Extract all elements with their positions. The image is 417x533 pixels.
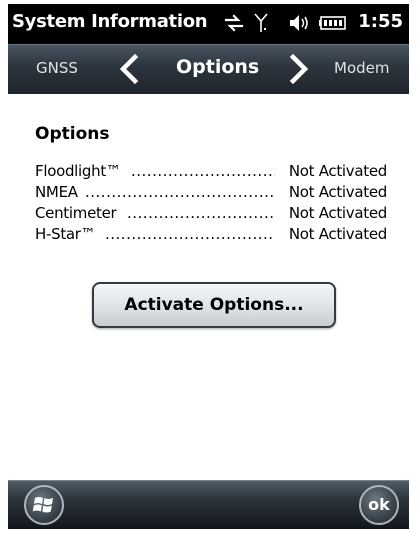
battery-icon[interactable] xyxy=(318,12,348,34)
option-name: Floodlight™ xyxy=(35,162,121,180)
bottom-bar: ok xyxy=(8,480,409,529)
clock-time[interactable]: 1:55 xyxy=(358,11,403,32)
option-name: H-Star™ xyxy=(35,225,96,243)
activate-options-button[interactable]: Activate Options... xyxy=(92,282,336,328)
device-screen: System Information 1:55 GNSS Options Mod… xyxy=(8,4,409,529)
windows-logo-icon xyxy=(32,497,53,513)
data-connection-icon[interactable] xyxy=(223,12,245,34)
leader-dots: ........................................… xyxy=(127,204,275,222)
option-status: Not Activated xyxy=(288,225,387,243)
content-panel: Options Floodlight™ ....................… xyxy=(8,94,409,480)
speaker-volume-icon[interactable] xyxy=(288,12,310,34)
option-status: Not Activated xyxy=(288,204,387,222)
nav-prev-tab[interactable]: GNSS xyxy=(36,59,78,77)
section-heading: Options xyxy=(35,124,110,144)
status-bar: System Information 1:55 xyxy=(8,4,409,44)
option-row-floodlight: Floodlight™ ............................… xyxy=(35,162,387,182)
ok-button[interactable]: ok xyxy=(359,485,399,525)
app-title: System Information xyxy=(12,11,208,32)
nav-bar: GNSS Options Modem xyxy=(8,44,409,94)
leader-dots: ........................................… xyxy=(131,162,275,180)
nav-next-tab[interactable]: Modem xyxy=(334,59,389,77)
option-status: Not Activated xyxy=(288,162,387,180)
option-row-hstar: H-Star™ ................................… xyxy=(35,225,387,245)
signal-antenna-icon[interactable] xyxy=(253,12,269,34)
leader-dots: ........................................… xyxy=(105,225,275,243)
chevron-right-icon[interactable] xyxy=(286,54,312,84)
option-status: Not Activated xyxy=(288,183,387,201)
chevron-left-icon[interactable] xyxy=(116,54,142,84)
leader-dots: ........................................… xyxy=(85,183,275,201)
option-row-centimeter: Centimeter .............................… xyxy=(35,204,387,224)
option-row-nmea: NMEA ...................................… xyxy=(35,183,387,203)
start-button[interactable] xyxy=(24,485,64,525)
nav-title: Options xyxy=(176,56,260,78)
option-name: Centimeter xyxy=(35,204,117,222)
option-name: NMEA xyxy=(35,183,78,201)
